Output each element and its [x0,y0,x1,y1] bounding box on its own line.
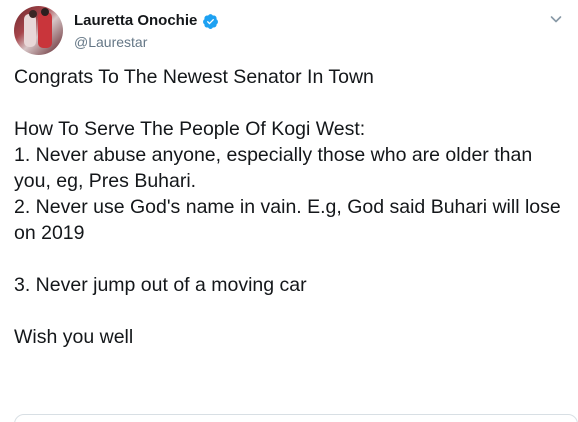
avatar[interactable] [14,6,63,55]
tweet-header: Lauretta Onochie @Laurestar [14,6,564,55]
avatar-figure [29,10,37,18]
tweet-text: Congrats To The Newest Senator In Town H… [14,66,561,348]
verified-badge-icon [202,13,219,30]
embedded-card[interactable] [14,414,578,422]
tweet: Lauretta Onochie @Laurestar Congrats To … [0,0,578,422]
avatar-figure [38,12,52,48]
author-handle[interactable]: @Laurestar [74,34,147,51]
avatar-figure [41,8,49,16]
avatar-figure [24,14,36,47]
chevron-down-icon[interactable] [548,11,564,27]
author-display-name[interactable]: Lauretta Onochie [74,12,197,30]
author-name-row[interactable]: Lauretta Onochie [74,12,219,30]
